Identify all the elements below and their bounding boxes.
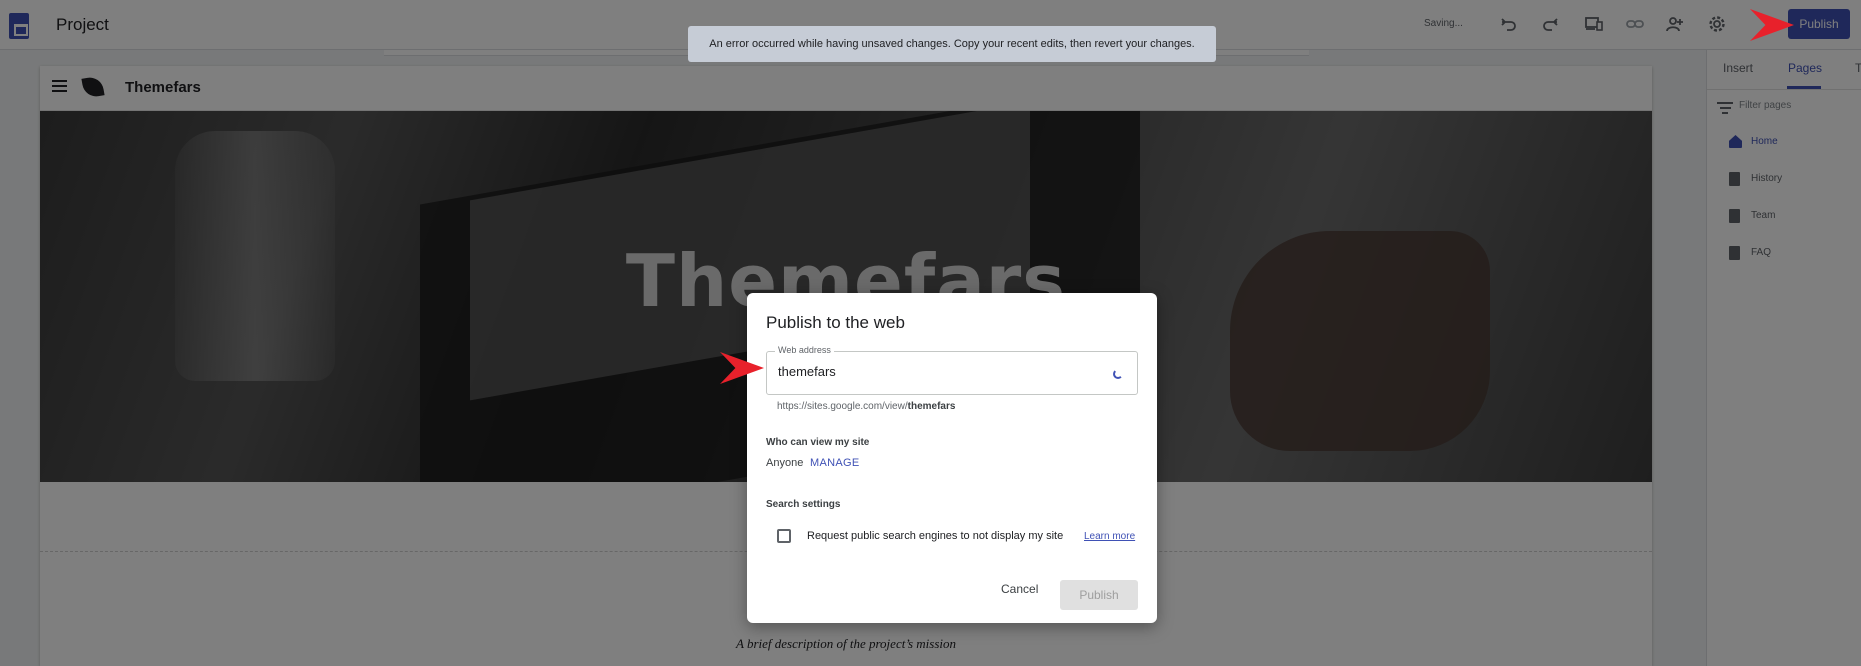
cancel-button[interactable]: Cancel bbox=[1001, 582, 1038, 596]
manage-button[interactable]: MANAGE bbox=[810, 457, 859, 469]
loading-spinner-icon bbox=[1113, 369, 1123, 379]
web-address-input[interactable] bbox=[778, 364, 1098, 379]
search-settings-heading: Search settings bbox=[766, 499, 841, 510]
web-address-field[interactable]: Web address bbox=[766, 345, 1138, 395]
dialog-title: Publish to the web bbox=[766, 313, 905, 332]
error-toast: An error occurred while having unsaved c… bbox=[688, 26, 1216, 62]
web-address-label: Web address bbox=[775, 345, 834, 355]
viewer-value: Anyone bbox=[766, 457, 804, 469]
url-slug: themefars bbox=[907, 401, 956, 412]
dialog-publish-button[interactable]: Publish bbox=[1060, 580, 1138, 610]
publish-dialog: Publish to the web Web address https://s… bbox=[747, 293, 1157, 623]
hide-from-search-checkbox[interactable] bbox=[777, 529, 791, 543]
learn-more-link[interactable]: Learn more bbox=[1084, 531, 1135, 542]
hide-from-search-label[interactable]: Request public search engines to not dis… bbox=[807, 530, 1063, 542]
who-can-view-heading: Who can view my site bbox=[766, 437, 870, 448]
url-preview: https://sites.google.com/view/themefars bbox=[777, 401, 955, 412]
url-prefix: https://sites.google.com/view/ bbox=[777, 401, 908, 412]
